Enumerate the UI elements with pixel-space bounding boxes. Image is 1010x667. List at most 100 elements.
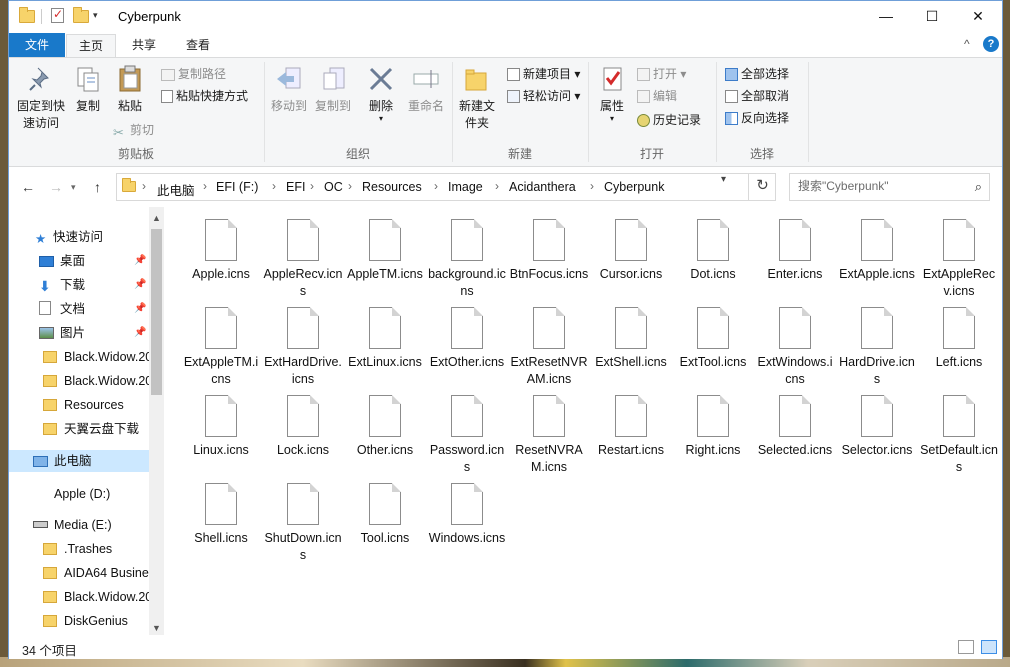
file-item[interactable]: Cursor.icns xyxy=(591,219,671,283)
file-item[interactable]: ExtWindows.icns xyxy=(755,307,835,388)
file-item[interactable]: ExtTool.icns xyxy=(673,307,753,371)
details-view-icon[interactable] xyxy=(958,640,974,654)
file-item[interactable]: AppleTM.icns xyxy=(345,219,425,283)
scroll-down-icon[interactable]: ▼ xyxy=(149,623,164,633)
edit-button[interactable]: 编辑 xyxy=(637,86,677,106)
file-item[interactable]: Lock.icns xyxy=(263,395,343,459)
file-item[interactable]: ShutDown.icns xyxy=(263,483,343,564)
file-item[interactable]: ExtApple.icns xyxy=(837,219,917,283)
nav-scrollbar[interactable]: ▲ ▼ xyxy=(149,207,164,635)
file-item[interactable]: ExtAppleTM.icns xyxy=(181,307,261,388)
scroll-thumb[interactable] xyxy=(151,229,162,395)
paste-button[interactable]: 粘贴 xyxy=(109,64,151,115)
file-item[interactable]: ExtResetNVRAM.icns xyxy=(509,307,589,388)
file-item[interactable]: background.icns xyxy=(427,219,507,300)
file-item[interactable]: Right.icns xyxy=(673,395,753,459)
file-item[interactable]: Selector.icns xyxy=(837,395,917,459)
nav-item-folder[interactable]: Black.Widow.20 xyxy=(43,346,149,368)
tab-file[interactable]: 文件 xyxy=(9,33,65,57)
breadcrumb-resources[interactable]: Resources xyxy=(362,180,422,194)
file-item[interactable]: ResetNVRAM.icns xyxy=(509,395,589,476)
address-history-icon[interactable]: ▾ xyxy=(721,174,726,185)
open-button[interactable]: 打开 ▾ xyxy=(637,64,686,84)
refresh-icon[interactable]: ↻ xyxy=(748,173,776,201)
file-item[interactable]: BtnFocus.icns xyxy=(509,219,589,283)
recent-locations-icon[interactable]: ▾ xyxy=(71,182,76,193)
nav-item-documents[interactable]: 文档 xyxy=(39,298,85,320)
file-item[interactable]: Password.icns xyxy=(427,395,507,476)
file-item[interactable]: ExtLinux.icns xyxy=(345,307,425,371)
nav-item-folder[interactable]: Resources xyxy=(43,394,124,416)
breadcrumb-image[interactable]: Image xyxy=(448,180,483,194)
file-item[interactable]: ExtOther.icns xyxy=(427,307,507,371)
file-item[interactable]: Shell.icns xyxy=(181,483,261,547)
collapse-ribbon-icon[interactable]: ^ xyxy=(964,37,970,51)
file-item[interactable]: ExtHardDrive.icns xyxy=(263,307,343,388)
address-bar[interactable]: › 此电脑 › EFI (F:) › EFI › OC › Resources … xyxy=(116,173,776,201)
copy-to-button[interactable]: 复制到 xyxy=(311,64,355,115)
paste-shortcut-button[interactable]: 粘贴快捷方式 xyxy=(161,86,248,106)
search-icon[interactable]: ⌕ xyxy=(975,179,982,195)
cut-button[interactable]: ✂ 剪切 xyxy=(113,120,154,140)
select-none-button[interactable]: 全部取消 xyxy=(725,86,789,106)
select-all-button[interactable]: 全部选择 xyxy=(725,64,789,84)
new-item-button[interactable]: 新建项目 ▾ xyxy=(507,64,580,84)
file-item[interactable]: Other.icns xyxy=(345,395,425,459)
properties-icon[interactable] xyxy=(51,7,67,24)
breadcrumb-cyberpunk[interactable]: Cyberpunk xyxy=(604,180,664,194)
nav-item-downloads[interactable]: ⬇ 下载 xyxy=(39,274,85,296)
file-item[interactable]: HardDrive.icns xyxy=(837,307,917,388)
nav-item-desktop[interactable]: 桌面 xyxy=(39,250,85,272)
qat-dropdown-icon[interactable]: ▾ xyxy=(93,10,98,21)
pin-quick-access-button[interactable]: 固定到快速访问 xyxy=(13,64,69,132)
breadcrumb-efi[interactable]: EFI xyxy=(286,180,305,194)
nav-item-folder[interactable]: 天翼云盘下载 xyxy=(43,418,139,440)
up-icon[interactable]: ↑ xyxy=(94,179,101,195)
breadcrumb-oc[interactable]: OC xyxy=(324,180,343,194)
new-folder-button[interactable]: 新建文件夹 xyxy=(455,64,499,132)
close-button[interactable]: ✕ xyxy=(955,1,1001,32)
rename-button[interactable]: 重命名 xyxy=(403,64,449,115)
file-item[interactable]: Apple.icns xyxy=(181,219,261,283)
forward-icon[interactable]: → xyxy=(49,179,63,195)
minimize-button[interactable]: — xyxy=(863,1,909,32)
back-icon[interactable]: ← xyxy=(21,179,35,195)
large-icons-view-icon[interactable] xyxy=(981,640,997,654)
nav-drive-apple[interactable]: Apple (D:) xyxy=(33,483,110,505)
file-item[interactable]: Left.icns xyxy=(919,307,999,371)
breadcrumb-efi-drive[interactable]: EFI (F:) xyxy=(216,180,258,194)
nav-item-folder[interactable]: Black.Widow.20 xyxy=(43,586,149,608)
nav-item-folder[interactable]: AIDA64 Busine xyxy=(43,562,149,584)
file-item[interactable]: ExtAppleRecv.icns xyxy=(919,219,999,300)
history-button[interactable]: 历史记录 xyxy=(637,110,701,130)
properties-button[interactable]: 属性 ▾ xyxy=(595,64,629,123)
nav-item-pictures[interactable]: 图片 xyxy=(39,322,85,344)
breadcrumb-this-pc[interactable]: 此电脑 xyxy=(157,180,195,199)
easy-access-button[interactable]: 轻松访问 ▾ xyxy=(507,86,580,106)
nav-drive-media[interactable]: Media (E:) xyxy=(33,514,112,536)
help-icon[interactable]: ? xyxy=(983,36,999,52)
search-box[interactable]: ⌕ xyxy=(789,173,990,201)
maximize-button[interactable]: ☐ xyxy=(909,1,955,32)
file-item[interactable]: ExtShell.icns xyxy=(591,307,671,371)
nav-quick-access[interactable]: ★ 快速访问 xyxy=(35,226,103,248)
tab-home[interactable]: 主页 xyxy=(66,34,116,57)
tab-view[interactable]: 查看 xyxy=(173,34,223,57)
file-item[interactable]: Windows.icns xyxy=(427,483,507,547)
delete-button[interactable]: 删除 ▾ xyxy=(361,64,401,123)
new-folder-icon[interactable] xyxy=(73,7,89,24)
nav-item-folder[interactable]: .Trashes xyxy=(43,538,112,560)
file-item[interactable]: SetDefault.icns xyxy=(919,395,999,476)
nav-item-folder[interactable]: Black.Widow.20 xyxy=(43,370,149,392)
file-item[interactable]: Dot.icns xyxy=(673,219,753,283)
file-item[interactable]: Linux.icns xyxy=(181,395,261,459)
file-item[interactable]: Selected.icns xyxy=(755,395,835,459)
file-item[interactable]: Restart.icns xyxy=(591,395,671,459)
scroll-up-icon[interactable]: ▲ xyxy=(149,213,164,223)
breadcrumb-acidanthera[interactable]: Acidanthera xyxy=(509,180,576,194)
file-item[interactable]: AppleRecv.icns xyxy=(263,219,343,300)
file-item[interactable]: Tool.icns xyxy=(345,483,425,547)
search-input[interactable] xyxy=(798,179,958,193)
copy-path-button[interactable]: 复制路径 xyxy=(161,64,226,84)
invert-selection-button[interactable]: 反向选择 xyxy=(725,108,789,128)
